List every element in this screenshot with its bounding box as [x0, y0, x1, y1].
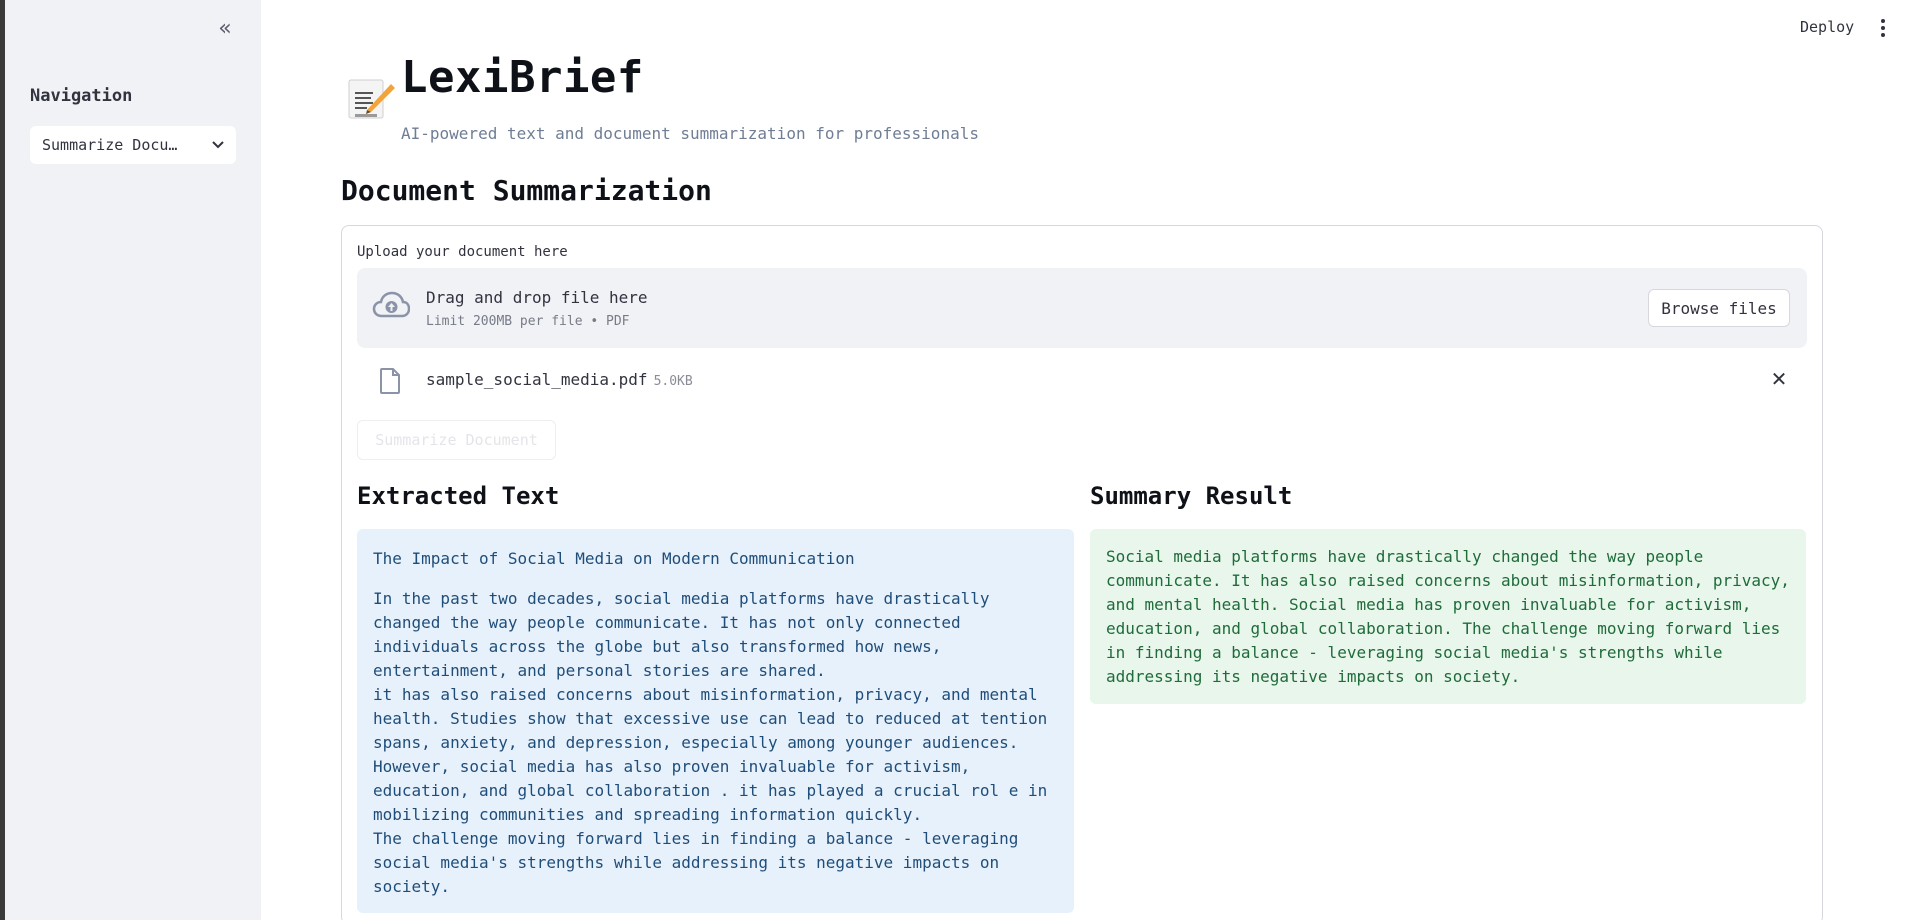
- close-icon[interactable]: ✕: [1765, 365, 1793, 393]
- app-subtitle: AI-powered text and document summarizati…: [401, 124, 979, 143]
- deploy-button[interactable]: Deploy: [1800, 18, 1854, 36]
- extracted-line: health. Studies show that excessive use …: [373, 709, 1048, 728]
- dropzone-title: Drag and drop file here: [426, 288, 648, 307]
- page-title: Document Summarization: [341, 174, 712, 207]
- extracted-line: individuals across the globe but also tr…: [373, 637, 942, 656]
- summary-line: in finding a balance - leveraging social…: [1106, 643, 1723, 662]
- extracted-heading: The Impact of Social Media on Modern Com…: [373, 549, 855, 568]
- navigation-select-value: Summarize Docu…: [42, 136, 178, 154]
- browse-files-button[interactable]: Browse files: [1648, 289, 1790, 327]
- cloud-upload-icon: [372, 290, 411, 320]
- summary-result-title: Summary Result: [1090, 482, 1293, 510]
- extracted-line: spans, anxiety, and depression, especial…: [373, 733, 1019, 752]
- file-icon: [379, 368, 401, 394]
- extracted-line: education, and global collaboration . it…: [373, 781, 1048, 800]
- extracted-line: it has also raised concerns about misinf…: [373, 685, 1038, 704]
- memo-pen-icon: [347, 76, 397, 122]
- dropzone-limit-text: Limit 200MB per file • PDF: [426, 314, 630, 329]
- uploaded-file-row: sample_social_media.pdf 5.0KB ✕: [357, 362, 1807, 398]
- summarize-document-button[interactable]: Summarize Document: [357, 420, 556, 460]
- file-size: 5.0KB: [653, 374, 693, 389]
- summary-line: Social media platforms have drastically …: [1106, 547, 1704, 566]
- file-name-text: sample_social_media.pdf: [426, 370, 648, 389]
- extracted-line: mobilizing communities and spreading inf…: [373, 805, 923, 824]
- upload-label: Upload your document here: [357, 244, 568, 260]
- file-dropzone[interactable]: Drag and drop file here Limit 200MB per …: [357, 268, 1807, 348]
- sidebar: « Navigation Summarize Docu…: [5, 0, 261, 920]
- extracted-text-box: The Impact of Social Media on Modern Com…: [357, 529, 1074, 913]
- summary-line: addressing its negative impacts on socie…: [1106, 667, 1521, 686]
- vertical-dots-icon[interactable]: [1874, 14, 1892, 42]
- chevron-down-icon: [204, 138, 224, 152]
- extracted-line: society.: [373, 877, 451, 896]
- uploaded-file-name: sample_social_media.pdf 5.0KB: [426, 370, 693, 389]
- summary-result-box: Social media platforms have drastically …: [1090, 529, 1806, 704]
- summary-line: and mental health. Social media has prov…: [1106, 595, 1752, 614]
- extracted-line: In the past two decades, social media pl…: [373, 589, 990, 608]
- navigation-select[interactable]: Summarize Docu…: [30, 126, 236, 164]
- double-chevron-left-icon[interactable]: «: [207, 16, 243, 41]
- summary-line: education, and global collaboration. The…: [1106, 619, 1781, 638]
- summary-line: communicate. It has also raised concerns…: [1106, 571, 1790, 590]
- extracted-line: entertainment, and personal stories are …: [373, 661, 826, 680]
- navigation-label: Navigation: [30, 86, 133, 106]
- extracted-line: changed the way people communicate. It h…: [373, 613, 961, 632]
- extracted-line: social media's strengths while addressin…: [373, 853, 1000, 872]
- app-title: LexiBrief: [401, 52, 644, 103]
- extracted-line: The challenge moving forward lies in fin…: [373, 829, 1019, 848]
- extracted-text-title: Extracted Text: [357, 482, 560, 510]
- extracted-line: However, social media has also proven in…: [373, 757, 971, 776]
